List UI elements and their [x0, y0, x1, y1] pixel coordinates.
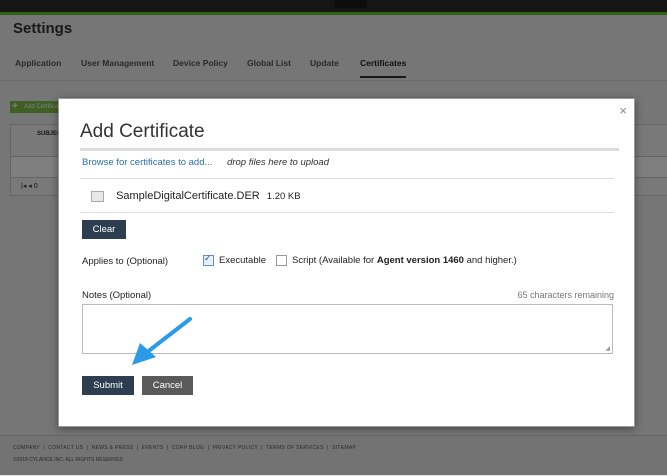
script-label-version: Agent version 1460 [376, 255, 464, 267]
applies-to-label: Applies to (Optional) [82, 256, 169, 267]
uploaded-file: SampleDigitalCertificate.DER 1.20 KB [91, 190, 301, 202]
upload-row: Browse for certificates to add... drop f… [82, 157, 329, 168]
file-size: 1.20 KB [266, 191, 301, 202]
resize-grip-icon[interactable]: ◢ [605, 345, 610, 352]
executable-label: Executable [219, 255, 267, 267]
file-icon [91, 190, 104, 202]
browse-link[interactable]: Browse for certificates to add... [82, 157, 212, 168]
divider [80, 178, 614, 179]
notes-label: Notes (Optional) [82, 290, 152, 301]
script-label-prefix: Script (Available for [292, 255, 377, 267]
close-icon[interactable]: × [619, 103, 627, 118]
script-label-suffix: and higher.) [463, 255, 517, 267]
title-divider [80, 148, 619, 151]
submit-button[interactable]: Submit [82, 376, 134, 395]
file-name: SampleDigitalCertificate.DER [116, 190, 260, 202]
chars-remaining: 65 characters remaining [517, 290, 614, 300]
divider [80, 212, 614, 213]
add-certificate-dialog: × Add Certificate Browse for certificate… [58, 98, 635, 427]
clear-button[interactable]: Clear [82, 220, 126, 239]
cancel-button[interactable]: Cancel [142, 376, 193, 395]
executable-checkbox[interactable] [203, 253, 214, 266]
arrow-shaft [144, 317, 192, 355]
dialog-title: Add Certificate [80, 121, 205, 142]
executable-option[interactable]: Executable [203, 253, 267, 267]
drop-zone-hint[interactable]: drop files here to upload [227, 157, 329, 168]
annotation-arrow-icon [132, 317, 192, 365]
script-option[interactable]: Script (Available for Agent version 1460… [276, 255, 517, 266]
script-checkbox[interactable] [276, 255, 287, 266]
